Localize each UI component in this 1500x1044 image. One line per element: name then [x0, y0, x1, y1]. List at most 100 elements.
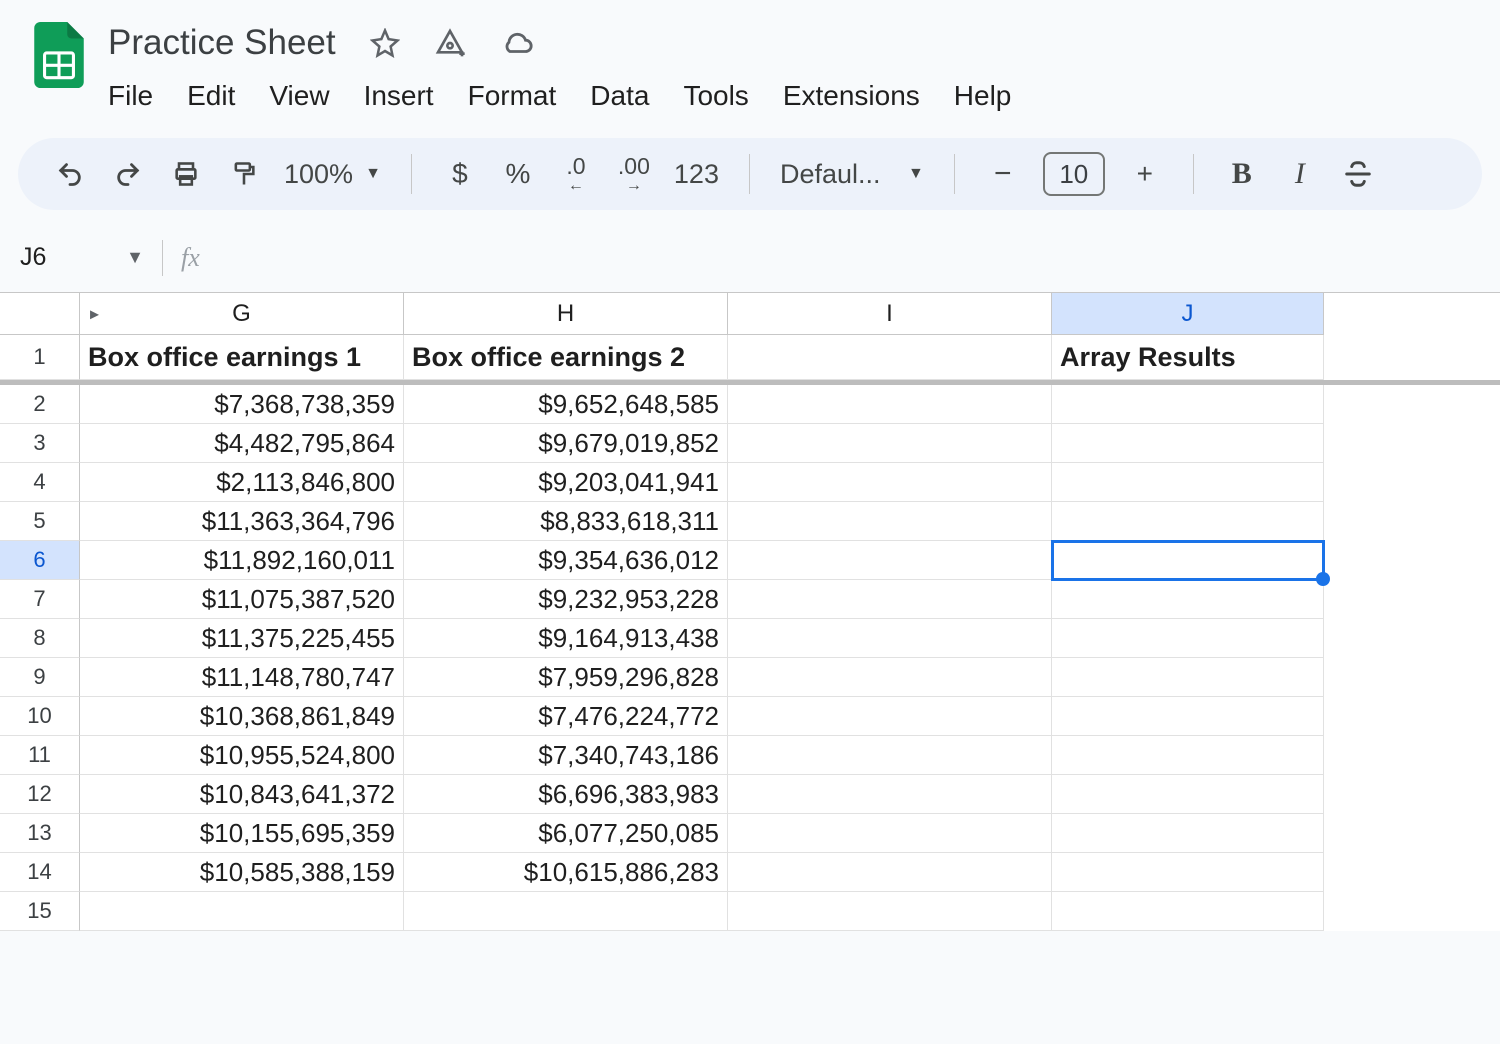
menu-extensions[interactable]: Extensions [783, 80, 920, 112]
cell[interactable] [1052, 814, 1324, 853]
select-all-cell[interactable] [0, 293, 80, 335]
cell[interactable] [1052, 658, 1324, 697]
cell[interactable]: Array Results [1052, 335, 1324, 380]
strikethrough-button[interactable] [1340, 154, 1376, 194]
zoom-dropdown[interactable]: 100% ▼ [284, 154, 381, 194]
cell[interactable]: $2,113,846,800 [80, 463, 404, 502]
name-box[interactable]: J6 ▼ [14, 243, 144, 272]
font-size-input[interactable]: 10 [1043, 152, 1105, 196]
row-header[interactable]: 7 [0, 580, 80, 619]
cell[interactable]: $9,203,041,941 [404, 463, 728, 502]
column-header-G[interactable]: ▸ G [80, 293, 404, 335]
cell[interactable] [1052, 580, 1324, 619]
cell[interactable] [1052, 463, 1324, 502]
cell[interactable] [1052, 697, 1324, 736]
expand-columns-icon[interactable]: ▸ [90, 303, 99, 324]
bold-button[interactable]: B [1224, 154, 1260, 194]
cell[interactable]: $9,679,019,852 [404, 424, 728, 463]
menu-tools[interactable]: Tools [683, 80, 748, 112]
row-header[interactable]: 10 [0, 697, 80, 736]
row-header[interactable]: 4 [0, 463, 80, 502]
row-header[interactable]: 14 [0, 853, 80, 892]
more-formats-button[interactable]: 123 [674, 154, 719, 194]
row-header[interactable]: 6 [0, 541, 80, 580]
row-header[interactable]: 8 [0, 619, 80, 658]
cell[interactable] [728, 736, 1052, 775]
cell[interactable]: $6,077,250,085 [404, 814, 728, 853]
star-icon[interactable] [370, 28, 400, 58]
menu-help[interactable]: Help [954, 80, 1012, 112]
cell[interactable] [80, 892, 404, 931]
cell[interactable]: Box office earnings 2 [404, 335, 728, 380]
cell[interactable] [728, 892, 1052, 931]
cell[interactable] [1052, 853, 1324, 892]
cell[interactable]: $6,696,383,983 [404, 775, 728, 814]
cell[interactable]: Box office earnings 1 [80, 335, 404, 380]
cell[interactable] [728, 619, 1052, 658]
cell[interactable]: $9,652,648,585 [404, 385, 728, 424]
font-size-decrease-button[interactable]: − [985, 154, 1021, 194]
cell[interactable] [1052, 619, 1324, 658]
cell[interactable]: $10,368,861,849 [80, 697, 404, 736]
cell[interactable] [404, 892, 728, 931]
row-header[interactable]: 15 [0, 892, 80, 931]
row-header[interactable]: 2 [0, 385, 80, 424]
column-header-H[interactable]: H [404, 293, 728, 335]
cell[interactable]: $7,368,738,359 [80, 385, 404, 424]
menu-data[interactable]: Data [590, 80, 649, 112]
cell[interactable]: $9,232,953,228 [404, 580, 728, 619]
cell[interactable]: $7,340,743,186 [404, 736, 728, 775]
cell[interactable]: $4,482,795,864 [80, 424, 404, 463]
cell[interactable]: $9,354,636,012 [404, 541, 728, 580]
sheets-logo-icon[interactable] [34, 22, 84, 88]
row-header[interactable]: 9 [0, 658, 80, 697]
move-to-folder-icon[interactable] [434, 27, 466, 59]
cell[interactable]: $11,363,364,796 [80, 502, 404, 541]
row-header[interactable]: 13 [0, 814, 80, 853]
format-currency-button[interactable]: $ [442, 154, 478, 194]
cell[interactable]: $8,833,618,311 [404, 502, 728, 541]
cell[interactable] [1052, 736, 1324, 775]
format-percent-button[interactable]: % [500, 154, 536, 194]
print-icon[interactable] [168, 154, 204, 194]
column-header-J[interactable]: J [1052, 293, 1324, 335]
menu-insert[interactable]: Insert [364, 80, 434, 112]
document-title[interactable]: Practice Sheet [108, 23, 336, 63]
cell[interactable]: $10,955,524,800 [80, 736, 404, 775]
paint-format-icon[interactable] [226, 154, 262, 194]
cell[interactable] [728, 853, 1052, 892]
menu-format[interactable]: Format [468, 80, 557, 112]
cell[interactable] [728, 697, 1052, 736]
cell[interactable] [1052, 541, 1324, 580]
cell[interactable] [1052, 385, 1324, 424]
cell[interactable] [728, 385, 1052, 424]
decrease-decimal-button[interactable]: .0 ← [558, 154, 594, 194]
font-family-dropdown[interactable]: Defaul... ▼ [780, 154, 924, 194]
cell[interactable]: $11,892,160,011 [80, 541, 404, 580]
row-header[interactable]: 3 [0, 424, 80, 463]
cell[interactable]: $10,155,695,359 [80, 814, 404, 853]
cell[interactable] [1052, 775, 1324, 814]
cell[interactable] [728, 424, 1052, 463]
italic-button[interactable]: I [1282, 154, 1318, 194]
cell[interactable] [728, 580, 1052, 619]
column-header-I[interactable]: I [728, 293, 1052, 335]
formula-bar-input[interactable] [200, 229, 1500, 286]
cell[interactable] [728, 658, 1052, 697]
cell[interactable]: $7,476,224,772 [404, 697, 728, 736]
cell[interactable]: $10,585,388,159 [80, 853, 404, 892]
font-size-increase-button[interactable]: + [1127, 154, 1163, 194]
increase-decimal-button[interactable]: .00 → [616, 154, 652, 194]
row-header[interactable]: 5 [0, 502, 80, 541]
cell[interactable] [728, 463, 1052, 502]
menu-file[interactable]: File [108, 80, 153, 112]
cell[interactable]: $11,375,225,455 [80, 619, 404, 658]
cell[interactable] [728, 335, 1052, 380]
cell[interactable]: $10,615,886,283 [404, 853, 728, 892]
undo-icon[interactable] [52, 154, 88, 194]
cell[interactable]: $11,075,387,520 [80, 580, 404, 619]
cloud-status-icon[interactable] [500, 26, 534, 60]
cell[interactable] [728, 814, 1052, 853]
cell[interactable]: $9,164,913,438 [404, 619, 728, 658]
spreadsheet-grid[interactable]: ▸ G H I J 1 Box office earnings 1 Box of… [0, 292, 1500, 931]
